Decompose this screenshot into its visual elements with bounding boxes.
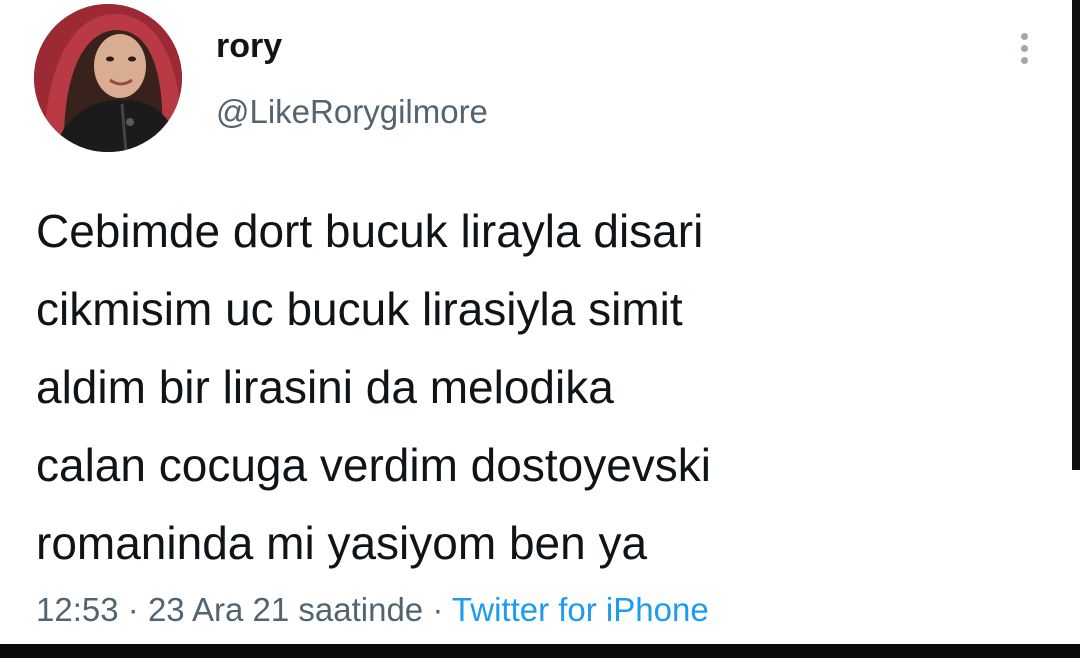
tweet-text-line: calan cocuga verdim dostoyevski <box>36 439 711 491</box>
screen-edge <box>1072 0 1080 470</box>
more-vertical-icon-dot <box>1020 56 1028 64</box>
tweet-text-line: aldim bir lirasini da melodika <box>36 361 614 413</box>
bottom-bar <box>0 644 1080 658</box>
more-vertical-icon <box>1020 32 1028 40</box>
user-handle[interactable]: @LikeRorygilmore <box>216 92 488 132</box>
tweet-meta: 12:53 · 23 Ara 21 saatinde · Twitter for… <box>36 588 709 632</box>
tweet-text-line: romaninda mi yasiyom ben ya <box>36 517 648 569</box>
meta-separator: · <box>127 591 139 628</box>
tweet-source-link[interactable]: Twitter for iPhone <box>452 591 709 628</box>
avatar[interactable] <box>34 4 182 152</box>
tweet-text-line: Cebimde dort bucuk lirayla disari <box>36 205 704 257</box>
profile-photo-icon <box>34 4 182 152</box>
more-vertical-icon-dot <box>1020 44 1028 52</box>
tweet-date[interactable]: 23 Ara 21 saatinde <box>148 591 423 628</box>
tweet-text-line: cikmisim uc bucuk lirasiyla simit <box>36 283 683 335</box>
more-options-button[interactable] <box>1006 22 1042 74</box>
tweet-time[interactable]: 12:53 <box>36 591 119 628</box>
tweet-text: Cebimde dort bucuk lirayla disari cikmis… <box>36 192 966 582</box>
meta-separator: · <box>432 591 444 628</box>
display-name[interactable]: rory <box>216 26 282 66</box>
